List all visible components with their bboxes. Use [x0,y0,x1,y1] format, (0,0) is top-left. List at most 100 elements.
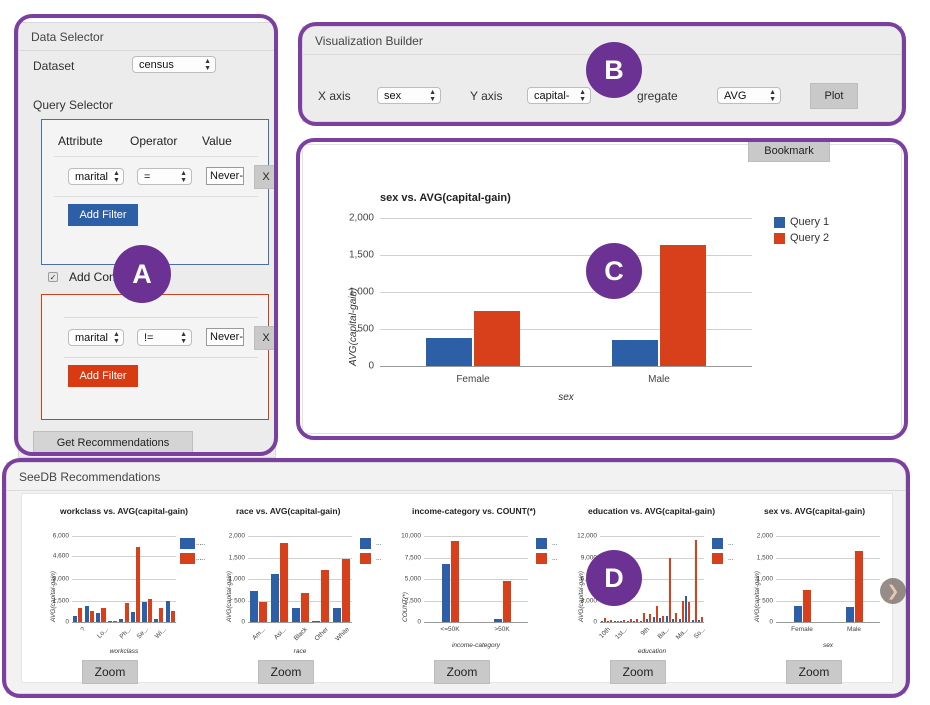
stepper-icon: ▲ ▼ [113,169,120,184]
query2-operator-select[interactable]: != ▲ ▼ [137,329,192,346]
bar [159,607,164,622]
add-comparison-checkbox[interactable]: ✓ [48,272,58,282]
bar [662,615,665,622]
bar [655,606,658,622]
legend-swatch [712,538,723,549]
query1-add-filter-button[interactable]: Add Filter [68,204,138,226]
bar [701,616,704,622]
gridline [776,579,880,580]
query1-remove-label: X [262,171,270,183]
chart-legend: ...... [184,538,205,568]
y-axis-tick: 9,000 [580,554,597,561]
query1-add-filter-label: Add Filter [79,209,127,221]
zoom-button[interactable]: Zoom [434,660,490,684]
y-axis-tick: 6,000 [52,532,69,540]
query1-attribute-select[interactable]: marital ▲ ▼ [68,168,124,185]
y-axis-tick: 3,000 [580,597,597,604]
next-recommendations-arrow[interactable]: ❯ [880,578,906,604]
dataset-label: Dataset [33,59,75,73]
y-axis-label: AVG(capital-gain) [226,571,233,622]
bar [333,608,342,622]
legend-swatch [360,538,371,549]
bar [342,558,351,622]
stepper-icon: ▲ ▼ [113,330,120,345]
x-axis-line [248,622,352,623]
chart-title: income-category vs. COUNT(*) [412,506,536,516]
y-axis-tick: 2,000 [228,532,245,540]
y-axis-tick: 1,500 [756,554,773,561]
legend-item: ... [536,553,557,564]
legend-swatch [184,553,195,564]
recommendations-title: SeeDB Recommendations [7,463,905,491]
legend-item: Query 1 [774,216,829,228]
gridline [600,536,704,537]
bar [312,621,321,622]
aggregate-select[interactable]: AVG ▲ ▼ [717,87,781,104]
y-axis-label: AVG(capital-gain) [578,571,585,622]
recommendation-card[interactable]: race vs. AVG(capital-gain) 0 500 1,000 1,500… [184,492,368,688]
recommendation-card[interactable]: workclass vs. AVG(capital-gain) 0 1,500 3,0… [20,492,201,688]
gridline [72,556,176,558]
gridline [776,557,880,559]
query2-attribute-select[interactable]: marital ▲ ▼ [68,329,124,346]
recommendation-card[interactable]: income-category vs. COUNT(*) 0 2,500 5,000 7… [360,492,544,688]
gridline [248,579,352,580]
zoom-label: Zoom [798,665,830,679]
query1-value-input[interactable]: Never- [206,167,244,185]
bar [249,590,258,622]
bar [107,621,112,622]
get-recommendations-label: Get Recommendations [56,437,170,449]
query2-add-filter-button[interactable]: Add Filter [68,365,138,387]
y-axis-select[interactable]: capital- ▲ ▼ [527,87,591,104]
bar [73,616,78,622]
query2-value-input[interactable]: Never- [206,328,244,346]
dataset-select[interactable]: census ▲ ▼ [132,56,216,73]
y-axis-tick: 0 [65,618,69,626]
zoom-button[interactable]: Zoom [82,660,138,684]
bar [426,338,472,366]
divider [54,156,258,157]
x-axis-select[interactable]: sex ▲ ▼ [377,87,441,104]
legend-label: ... [376,555,382,562]
bar [688,601,691,622]
y-axis-tick: 500 [234,597,245,604]
gridline [776,600,880,602]
y-axis-tick: 1,000 [756,575,773,583]
bar [610,619,613,622]
zoom-button[interactable]: Zoom [258,660,314,684]
chart-title: race vs. AVG(capital-gain) [236,506,341,516]
legend-label: Query 2 [790,232,830,244]
chart-title: education vs. AVG(capital-gain) [588,506,716,516]
legend-item: ... [536,538,557,549]
data-selector-panel: Data Selector Dataset census ▲ ▼ Query Se… [18,22,278,458]
legend-label: ... [200,555,206,562]
bar [136,546,141,622]
legend-label: ... [552,540,558,547]
query1-operator-select[interactable]: = ▲ ▼ [137,168,192,185]
query1-remove-filter-button[interactable]: X [254,165,278,189]
bar [660,244,706,366]
recommendation-card[interactable]: sex vs. AVG(capital-gain) 0 500 1,000 1,500 2… [712,492,896,688]
legend-swatch [712,553,723,564]
zoom-button[interactable]: Zoom [610,660,666,684]
annotation-badge-c-letter: C [604,255,624,286]
zoom-button[interactable]: Zoom [786,660,842,684]
zoom-label: Zoom [270,665,302,679]
gridline [776,536,880,537]
get-recommendations-button[interactable]: Get Recommendations [33,431,193,455]
query1-value-text: Never- [210,170,244,182]
legend-item: ... [360,553,381,564]
bar [321,569,330,622]
chart-legend: ...... [712,538,733,568]
recommendation-charts-host: workclass vs. AVG(capital-gain) 0 1,500 3,0… [20,492,886,688]
query2-remove-filter-button[interactable]: X [254,326,278,350]
y-axis-tick: 0 [417,618,421,626]
stepper-icon: ▲ ▼ [579,88,586,103]
legend-item: ... [184,538,205,549]
query1-operator-value: = [144,170,151,183]
legend-item: ... [712,538,733,549]
plot-button[interactable]: Plot [810,83,858,109]
bar [502,580,511,622]
gridline [248,536,352,537]
y-axis-tick: 7,500 [404,554,421,561]
